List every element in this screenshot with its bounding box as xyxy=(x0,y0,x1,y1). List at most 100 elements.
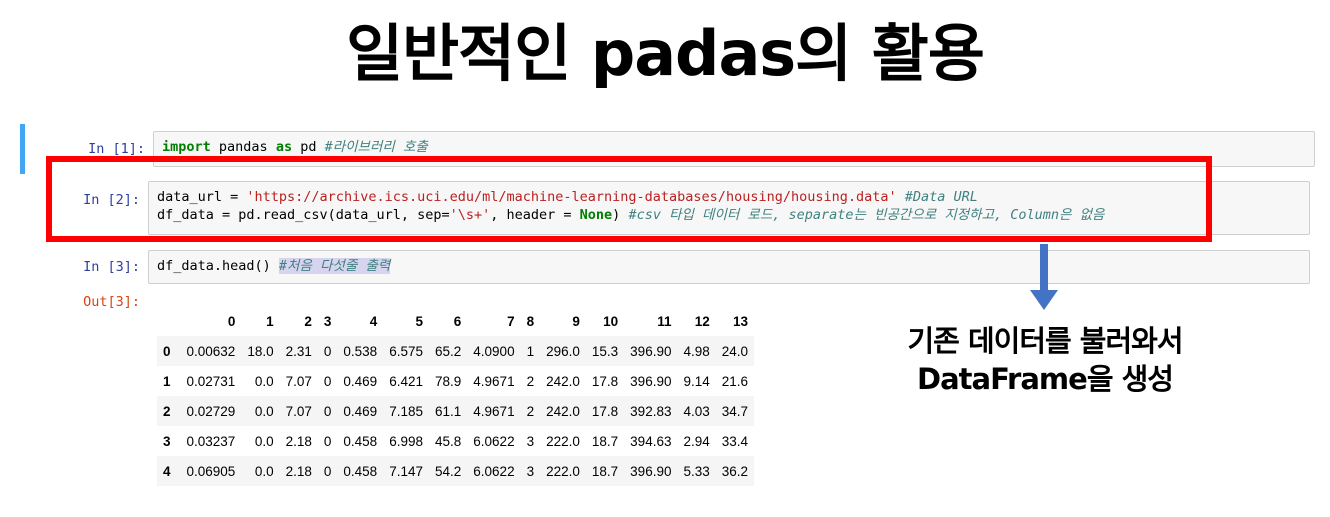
table-cell: 0.02729 xyxy=(186,403,236,419)
table-cell: 9.14 xyxy=(683,373,710,389)
table-cell: 0.469 xyxy=(343,403,378,419)
table-cell: 0 xyxy=(323,343,332,359)
output-prompt: Out[3]: xyxy=(83,294,140,310)
table-cell: 0.02731 xyxy=(186,373,236,389)
row-index: 2 xyxy=(163,403,171,419)
table-cell: 3 xyxy=(526,463,535,479)
table-cell: 4.0900 xyxy=(473,343,515,359)
table-cell: 5.33 xyxy=(683,463,710,479)
column-header: 7 xyxy=(507,313,515,329)
table-cell: 396.90 xyxy=(630,373,672,389)
table-cell: 222.0 xyxy=(546,433,580,449)
column-header: 0 xyxy=(227,313,236,329)
row-index: 3 xyxy=(163,433,171,449)
table-cell: 0.458 xyxy=(343,433,378,449)
table-cell: 222.0 xyxy=(546,463,580,479)
table-cell: 61.1 xyxy=(435,403,462,419)
table-cell: 392.83 xyxy=(630,403,672,419)
table-cell: 34.7 xyxy=(721,403,749,419)
table-cell: 0.0 xyxy=(254,373,274,389)
table-row: 2 0.02729 0.0 7.07 0 0.469 7.185 61.1 4.… xyxy=(157,396,755,426)
column-header: 12 xyxy=(694,313,710,329)
table-cell: 2.18 xyxy=(285,463,312,479)
index-header xyxy=(157,306,181,336)
table-cell: 15.3 xyxy=(591,343,619,359)
table-cell: 54.2 xyxy=(435,463,462,479)
annotation-line: DataFrame을 생성 xyxy=(917,362,1174,396)
table-cell: 36.2 xyxy=(721,463,749,479)
table-cell: 78.9 xyxy=(435,373,462,389)
annotation-line: 기존 데이터를 불러와서 xyxy=(907,324,1184,358)
down-arrow-shaft xyxy=(1040,244,1048,292)
table-cell: 21.6 xyxy=(721,373,749,389)
table-cell: 7.147 xyxy=(389,463,423,479)
notebook-cell-3[interactable]: In [3]: df_data.head() #처음 다섯줄 출력 xyxy=(20,246,1320,288)
row-index: 4 xyxy=(163,463,171,479)
table-cell: 1 xyxy=(526,343,535,359)
column-header: 9 xyxy=(572,313,580,329)
table-cell: 2 xyxy=(526,373,535,389)
dataframe-table: 0 1 2 3 4 5 6 7 8 9 10 11 12 13 0 0.0063… xyxy=(157,306,755,486)
column-header: 5 xyxy=(415,313,423,329)
table-cell: 2.94 xyxy=(683,433,710,449)
column-header: 8 xyxy=(526,313,535,329)
table-cell: 7.07 xyxy=(285,403,312,419)
table-cell: 0 xyxy=(323,373,332,389)
table-cell: 6.421 xyxy=(389,373,423,389)
table-row: 3 0.03237 0.0 2.18 0 0.458 6.998 45.8 6.… xyxy=(157,426,754,456)
table-cell: 0 xyxy=(323,403,332,419)
column-header: 4 xyxy=(369,313,378,329)
slide-title: 일반적인 padas의 활용 xyxy=(346,17,985,90)
table-cell: 2.31 xyxy=(285,343,312,359)
table-row: 0 0.00632 18.0 2.31 0 0.538 6.575 65.2 4… xyxy=(157,336,755,366)
code-input[interactable]: df_data.head() #처음 다섯줄 출력 xyxy=(148,250,1310,284)
table-cell: 0.0 xyxy=(254,433,274,449)
table-cell: 2 xyxy=(526,403,535,419)
column-header: 13 xyxy=(733,313,749,329)
input-prompt: In [1]: xyxy=(88,141,145,157)
table-cell: 396.90 xyxy=(630,343,672,359)
column-header: 11 xyxy=(657,313,672,329)
table-cell: 65.2 xyxy=(435,343,462,359)
input-prompt: In [3]: xyxy=(83,259,140,275)
table-cell: 4.9671 xyxy=(473,373,515,389)
table-cell: 33.4 xyxy=(721,433,749,449)
table-cell: 0.469 xyxy=(343,373,378,389)
table-cell: 6.998 xyxy=(389,433,423,449)
row-index: 0 xyxy=(163,343,171,359)
column-header: 10 xyxy=(603,313,619,329)
table-cell: 0.06905 xyxy=(186,463,236,479)
table-cell: 242.0 xyxy=(546,373,580,389)
table-cell: 0.0 xyxy=(254,403,274,419)
table-row: 4 0.06905 0.0 2.18 0 0.458 7.147 54.2 6.… xyxy=(157,456,755,486)
table-header-row: 0 1 2 3 4 5 6 7 8 9 10 11 12 13 xyxy=(157,306,754,336)
table-cell: 2.18 xyxy=(285,433,312,449)
table-cell: 18.0 xyxy=(247,343,274,359)
highlight-box xyxy=(46,156,1212,242)
column-header: 2 xyxy=(304,313,312,329)
table-cell: 0.538 xyxy=(343,343,378,359)
table-cell: 0.03237 xyxy=(186,433,236,449)
column-header: 6 xyxy=(453,313,462,329)
table-cell: 17.8 xyxy=(591,403,619,419)
table-cell: 6.0622 xyxy=(473,433,515,449)
table-cell: 396.90 xyxy=(630,463,672,479)
annotation-text: 기존 데이터를 불러와서 DataFrame을 생성 xyxy=(840,322,1250,398)
table-cell: 18.7 xyxy=(591,433,619,449)
table-cell: 7.07 xyxy=(285,373,312,389)
table-row: 1 0.02731 0.0 7.07 0 0.469 6.421 78.9 4.… xyxy=(157,366,754,396)
table-cell: 6.575 xyxy=(389,343,423,359)
column-header: 3 xyxy=(323,313,332,329)
table-cell: 4.98 xyxy=(683,343,710,359)
column-header: 1 xyxy=(266,313,274,329)
row-index: 1 xyxy=(163,373,171,389)
table-cell: 45.8 xyxy=(435,433,462,449)
table-cell: 6.0622 xyxy=(473,463,515,479)
table-cell: 18.7 xyxy=(591,463,619,479)
table-cell: 4.9671 xyxy=(473,403,515,419)
table-cell: 3 xyxy=(526,433,535,449)
table-cell: 0.0 xyxy=(254,463,274,479)
table-cell: 7.185 xyxy=(389,403,423,419)
table-cell: 0.00632 xyxy=(186,343,236,359)
table-cell: 17.8 xyxy=(591,373,619,389)
